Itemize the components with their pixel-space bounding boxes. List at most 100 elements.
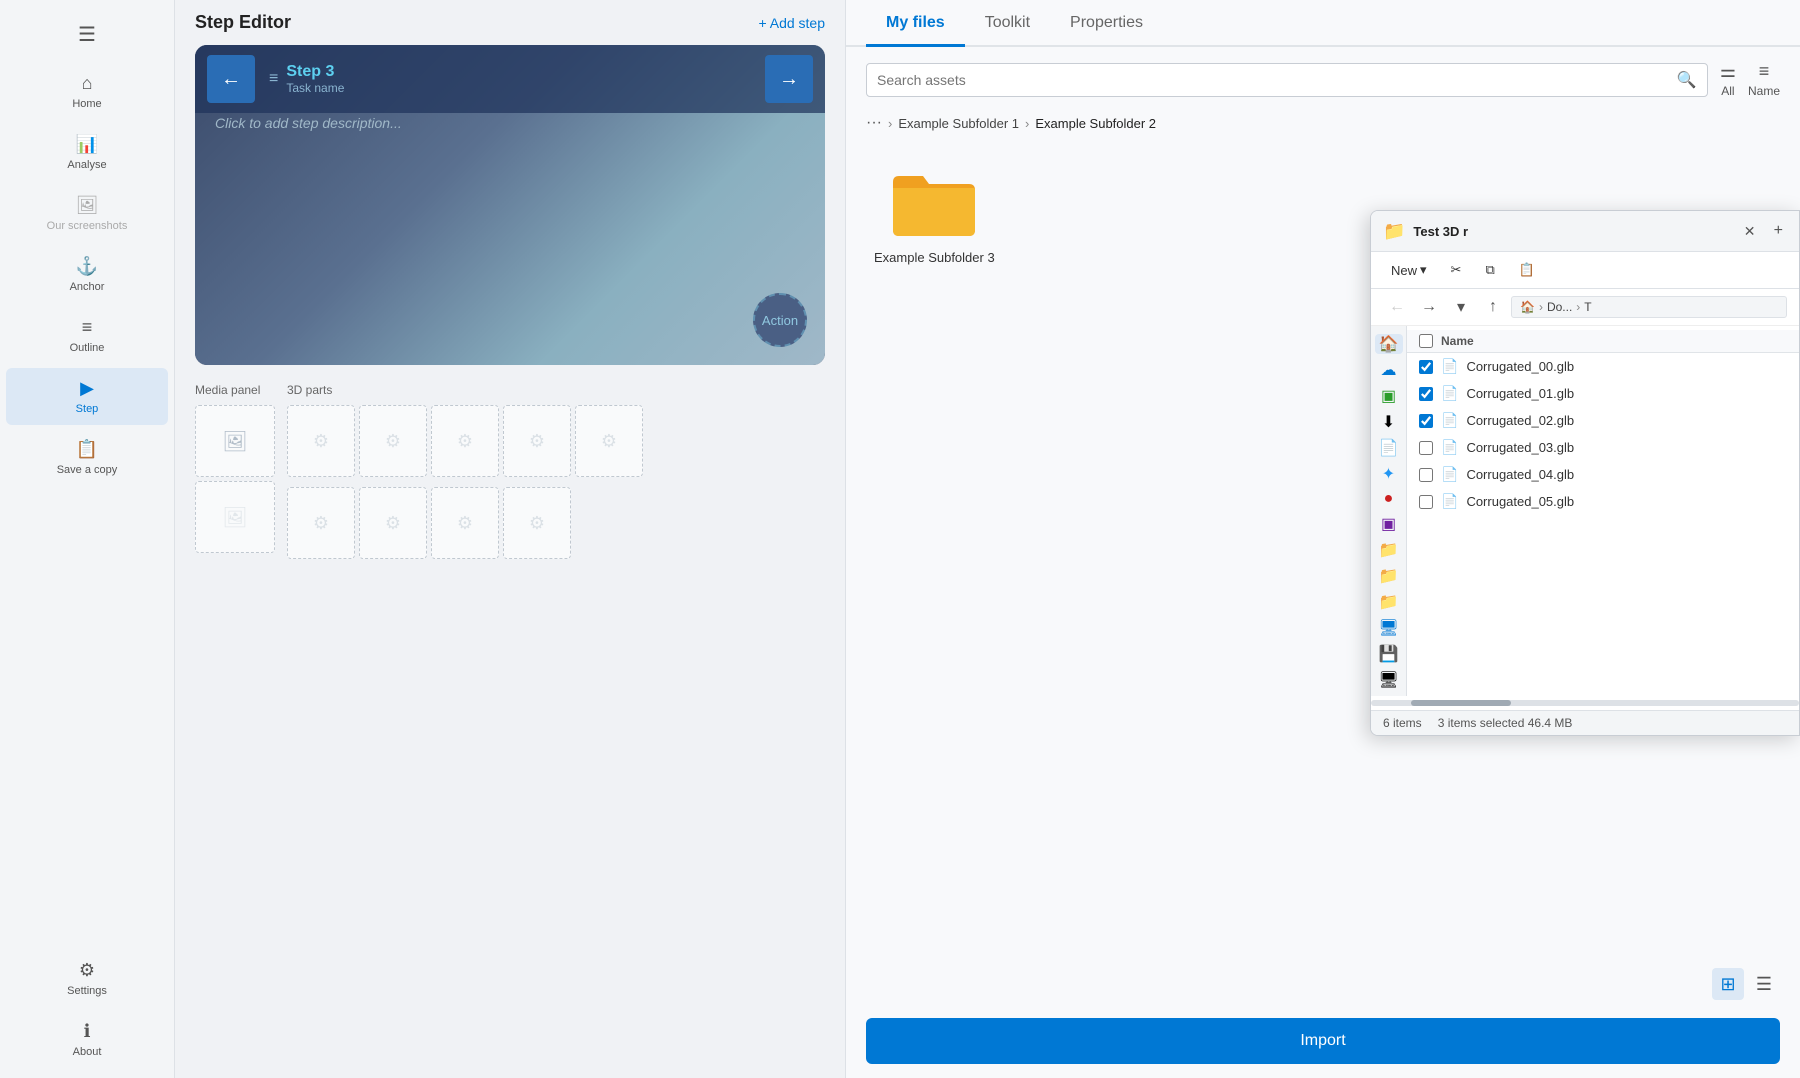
fe-sidebar-star[interactable]: ✦ — [1375, 464, 1403, 484]
fe-scrollbar-thumb[interactable] — [1411, 700, 1511, 706]
fe-file-row-4[interactable]: 📄 Corrugated_04.glb — [1407, 461, 1799, 488]
breadcrumb-dots[interactable]: ··· — [866, 114, 882, 132]
fe-file-icon-1: 📄 — [1441, 385, 1458, 402]
tab-my-files[interactable]: My files — [866, 0, 965, 47]
import-button[interactable]: Import — [866, 1018, 1780, 1064]
fe-sidebar-pc[interactable]: 🖥 — [1375, 670, 1403, 690]
fe-file-row-0[interactable]: 📄 Corrugated_00.glb — [1407, 353, 1799, 380]
sidebar-item-anchor[interactable]: ⚓ Anchor — [6, 246, 168, 303]
breadcrumb-item-2[interactable]: Example Subfolder 2 — [1035, 116, 1156, 131]
fe-sidebar-folder3[interactable]: 📁 — [1375, 592, 1403, 612]
sidebar-item-anchor-label: Anchor — [70, 281, 105, 293]
media-cell-2[interactable]: 🖼 — [195, 481, 275, 553]
part-cell-6[interactable]: ⚙ — [287, 487, 355, 559]
part-cell-3[interactable]: ⚙ — [431, 405, 499, 477]
sidebar-item-settings-label: Settings — [67, 985, 107, 997]
add-step-button[interactable]: + Add step — [758, 15, 825, 31]
fe-up-button[interactable]: ↑ — [1479, 293, 1507, 321]
fe-file-name-4: Corrugated_04.glb — [1466, 467, 1574, 482]
fe-file-row-3[interactable]: 📄 Corrugated_03.glb — [1407, 434, 1799, 461]
part-cell-9[interactable]: ⚙ — [503, 487, 571, 559]
part-cell-4[interactable]: ⚙ — [503, 405, 571, 477]
fe-path-part2: T — [1584, 300, 1591, 314]
search-button[interactable]: 🔍 — [1677, 70, 1697, 90]
fe-sidebar-cloud1[interactable]: ☁ — [1375, 360, 1403, 380]
fe-close-button[interactable]: ✕ — [1738, 219, 1762, 243]
sidebar-item-analyse[interactable]: 📊 Analyse — [6, 124, 168, 181]
fe-file-row-5[interactable]: 📄 Corrugated_05.glb — [1407, 488, 1799, 515]
step-next-button[interactable]: → — [765, 55, 813, 103]
part-icon-3: ⚙ — [457, 431, 473, 452]
fe-sidebar-doc[interactable]: 📄 — [1375, 438, 1403, 458]
fe-new-chevron: ▾ — [1420, 262, 1427, 278]
sidebar-item-outline[interactable]: ≡ Outline — [6, 307, 168, 364]
fe-file-checkbox-4[interactable] — [1419, 468, 1433, 482]
fe-sidebar-purple[interactable]: ▣ — [1375, 514, 1403, 534]
part-cell-8[interactable]: ⚙ — [431, 487, 499, 559]
fe-select-all-checkbox[interactable] — [1419, 334, 1433, 348]
fe-new-button[interactable]: New ▾ — [1383, 258, 1435, 282]
folder-name: Example Subfolder 3 — [874, 250, 995, 265]
filter-button[interactable]: ⚌ All — [1720, 61, 1736, 98]
fe-file-row-1[interactable]: 📄 Corrugated_01.glb — [1407, 380, 1799, 407]
fe-copy-button[interactable]: ⧉ — [1477, 258, 1502, 282]
fe-sidebar-red[interactable]: ● — [1375, 490, 1403, 508]
folder-item-subfolder3[interactable]: Example Subfolder 3 — [866, 154, 1003, 273]
sidebar-item-settings[interactable]: ⚙ Settings — [6, 950, 168, 1007]
file-explorer-title-bar: 📁 Test 3D r ✕ + — [1371, 211, 1799, 252]
fe-add-tab-button[interactable]: + — [1770, 222, 1787, 240]
sidebar-item-step-label: Step — [76, 403, 99, 415]
grid-view-button[interactable]: ⊞ — [1712, 968, 1744, 1000]
fe-item-count: 6 items — [1383, 716, 1422, 730]
fe-file-checkbox-2[interactable] — [1419, 414, 1433, 428]
tab-toolkit[interactable]: Toolkit — [965, 0, 1050, 47]
fe-sidebar-usb[interactable]: 💾 — [1375, 644, 1403, 664]
fe-cut-button[interactable]: ✂ — [1443, 258, 1470, 282]
sidebar-item-step[interactable]: ▶ Step — [6, 368, 168, 425]
import-btn-row: Import — [846, 1004, 1800, 1078]
fe-dropdown-button[interactable]: ▾ — [1447, 293, 1475, 321]
search-input-wrap: 🔍 — [866, 63, 1708, 97]
step-prev-button[interactable]: ← — [207, 55, 255, 103]
part-cell-5[interactable]: ⚙ — [575, 405, 643, 477]
sort-button[interactable]: ≡ Name — [1748, 61, 1780, 98]
file-explorer-overlay: 📁 Test 3D r ✕ + New ▾ ✂ ⧉ 📋 ← → ▾ — [1370, 210, 1800, 736]
fe-file-checkbox-1[interactable] — [1419, 387, 1433, 401]
parts-panel-label: 3D parts — [287, 383, 643, 397]
fe-file-checkbox-3[interactable] — [1419, 441, 1433, 455]
part-cell-1[interactable]: ⚙ — [287, 405, 355, 477]
fe-sidebar-home[interactable]: 🏠 — [1375, 334, 1403, 354]
fe-path-sep1: › — [1539, 300, 1543, 314]
list-view-button[interactable]: ☰ — [1748, 968, 1780, 1000]
sidebar-item-save-copy[interactable]: 📋 Save a copy — [6, 429, 168, 486]
search-input[interactable] — [877, 72, 1669, 88]
home-icon: ⌂ — [82, 73, 93, 94]
fe-paste-button[interactable]: 📋 — [1511, 258, 1543, 282]
fe-sidebar-folder1[interactable]: 📁 — [1375, 540, 1403, 560]
tab-properties[interactable]: Properties — [1050, 0, 1163, 47]
fe-file-checkbox-5[interactable] — [1419, 495, 1433, 509]
fe-sidebar-green[interactable]: ▣ — [1375, 386, 1403, 406]
fe-sidebar-download[interactable]: ⬇ — [1375, 412, 1403, 432]
fe-file-list-header: Name — [1407, 330, 1799, 353]
breadcrumb-item-1[interactable]: Example Subfolder 1 — [898, 116, 1019, 131]
fe-back-button[interactable]: ← — [1383, 293, 1411, 321]
fe-forward-button[interactable]: → — [1415, 293, 1443, 321]
media-cell-1[interactable]: 🖼 — [195, 405, 275, 477]
fe-file-checkbox-0[interactable] — [1419, 360, 1433, 374]
fe-scrollbar[interactable] — [1371, 700, 1799, 706]
sidebar-item-home-label: Home — [72, 98, 101, 110]
fe-file-name-1: Corrugated_01.glb — [1466, 386, 1574, 401]
part-cell-7[interactable]: ⚙ — [359, 487, 427, 559]
fe-sidebar-folder2[interactable]: 📁 — [1375, 566, 1403, 586]
sidebar-item-home[interactable]: ⌂ Home — [6, 63, 168, 120]
fe-file-row-2[interactable]: 📄 Corrugated_02.glb — [1407, 407, 1799, 434]
part-cell-2[interactable]: ⚙ — [359, 405, 427, 477]
breadcrumb-sep-1: › — [888, 116, 892, 131]
action-badge[interactable]: Action — [753, 293, 807, 347]
step-description[interactable]: Click to add step description... — [215, 115, 805, 131]
fe-sidebar-cloud2[interactable]: 🖥 — [1375, 618, 1403, 638]
sidebar-item-about[interactable]: ℹ About — [6, 1011, 168, 1068]
menu-icon[interactable]: ☰ — [6, 12, 168, 57]
step-editor-header: Step Editor + Add step — [175, 0, 845, 45]
